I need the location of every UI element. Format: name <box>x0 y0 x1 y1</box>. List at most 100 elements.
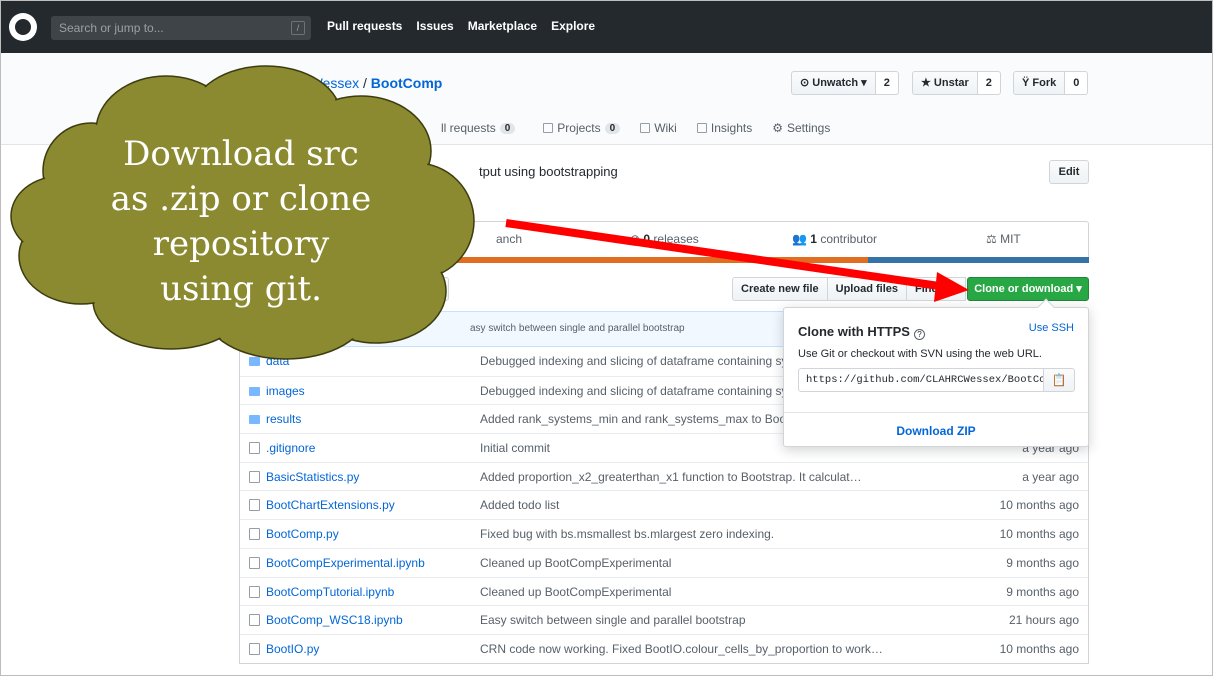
tab-wiki-label: Wiki <box>654 121 677 135</box>
commit-message-link[interactable]: Cleaned up BootCompExperimental <box>480 556 671 570</box>
tab-wiki[interactable]: Wiki <box>640 121 677 135</box>
fork-button[interactable]: Ÿ Fork <box>1013 71 1066 95</box>
branches-stat[interactable]: anch <box>496 232 522 246</box>
fork-control: Ÿ Fork 0 <box>1013 71 1089 95</box>
file-name-link[interactable]: BootComp.py <box>266 527 339 541</box>
commit-message-link[interactable]: Initial commit <box>480 441 550 455</box>
tag-icon: ⊘ <box>630 232 644 246</box>
commit-message-link[interactable]: Cleaned up BootCompExperimental <box>480 585 671 599</box>
annotation-line-2: as .zip or clone <box>110 179 372 219</box>
help-icon[interactable]: ? <box>913 329 925 340</box>
commit-message-link[interactable]: Debugged indexing and slicing of datafra… <box>480 354 788 368</box>
tab-settings[interactable]: ⚙ Settings <box>772 121 830 135</box>
license-stat[interactable]: ⚖ MIT <box>986 232 1021 246</box>
annotation-text: Download src as .zip or clone repository… <box>61 132 421 312</box>
search-input[interactable]: Search or jump to... / <box>51 16 311 40</box>
clipboard-icon[interactable]: 📋 <box>1043 368 1075 392</box>
file-icon <box>249 528 260 541</box>
tab-pull-requests-count: 0 <box>499 122 516 134</box>
commit-age: a year ago <box>1022 469 1079 484</box>
commit-message-link[interactable]: Debugged indexing and slicing of datafra… <box>480 384 788 398</box>
commit-message-link[interactable]: Added proportion_x2_greaterthan_x1 funct… <box>480 470 862 484</box>
folder-icon <box>249 386 260 396</box>
create-new-file-button[interactable]: Create new file <box>732 277 828 301</box>
clone-title-text: Clone with HTTPS <box>798 324 910 339</box>
commit-age: 9 months ago <box>1006 555 1079 570</box>
clone-or-download-button[interactable]: Clone or download ▾ <box>967 277 1089 301</box>
repo-title-separator: / <box>363 75 367 91</box>
file-name-link[interactable]: BootChartExtensions.py <box>266 498 395 512</box>
unstar-button[interactable]: ★ Unstar <box>912 71 978 95</box>
file-name-link[interactable]: BasicStatistics.py <box>266 470 359 484</box>
file-name-link[interactable]: BootComp_WSC18.ipynb <box>266 613 403 627</box>
file-icon <box>249 642 260 655</box>
branches-label: anch <box>496 232 523 246</box>
commit-age: 10 months ago <box>999 498 1079 513</box>
latest-commit-message[interactable]: asy switch between single and parallel b… <box>470 323 685 334</box>
repo-book-icon <box>239 78 248 89</box>
projects-icon <box>543 123 554 133</box>
commit-message-link[interactable]: Easy switch between single and parallel … <box>480 613 746 627</box>
clone-help-text: Use Git or checkout with SVN using the w… <box>798 348 1042 360</box>
fork-count[interactable]: 0 <box>1065 71 1089 95</box>
file-name-link[interactable]: results <box>266 412 301 426</box>
file-name-link[interactable]: images <box>266 384 305 398</box>
file-name-link[interactable]: BootCompExperimental.ipynb <box>266 556 425 570</box>
star-control: ★ Unstar 2 <box>912 71 1001 95</box>
download-zip-link[interactable]: Download ZIP <box>784 424 1088 438</box>
table-row: BootComp_WSC18.ipynb Easy switch between … <box>240 605 1088 634</box>
commit-message-link[interactable]: Added rank_systems_min and rank_systems_… <box>480 412 789 426</box>
gear-icon: ⚙ <box>772 121 783 135</box>
table-row: BootIO.py CRN code now working. Fixed Boo… <box>240 633 1088 663</box>
branch-select-button[interactable] <box>421 277 449 301</box>
find-file-button[interactable]: Find file <box>905 277 967 301</box>
contributors-count: 1 <box>810 232 817 246</box>
github-logo-icon[interactable] <box>9 13 37 41</box>
annotation-line-4: using git. <box>160 269 322 309</box>
law-icon: ⚖ <box>986 232 1001 246</box>
file-name-link[interactable]: BootIO.py <box>266 642 319 656</box>
table-row: BasicStatistics.py Added proportion_x2_gr… <box>240 461 1088 491</box>
clone-dropdown-title: Clone with HTTPS? <box>798 324 925 340</box>
file-name-link[interactable]: BootCompTutorial.ipynb <box>266 585 394 599</box>
table-row: BootCompExperimental.ipynb Cleaned up Boo… <box>240 547 1088 577</box>
commit-message-link[interactable]: CRN code now working. Fixed BootIO.colou… <box>480 642 883 656</box>
upload-files-button[interactable]: Upload files <box>826 277 907 301</box>
top-header: Search or jump to... / Pull requests Iss… <box>1 1 1212 53</box>
contributors-stat[interactable]: 👥 1 contributor <box>792 232 877 246</box>
file-name-link[interactable]: data <box>266 354 289 368</box>
releases-stat[interactable]: ⊘ 0 releases <box>630 232 699 246</box>
file-icon <box>249 614 260 627</box>
nav-pull-requests[interactable]: Pull requests <box>327 19 402 33</box>
file-icon <box>249 556 260 569</box>
edit-description-button[interactable]: Edit <box>1049 160 1089 184</box>
clone-url-input[interactable]: https://github.com/CLAHRCWessex/BootComp… <box>798 368 1044 392</box>
nav-issues[interactable]: Issues <box>416 19 453 33</box>
search-placeholder: Search or jump to... <box>59 21 164 35</box>
watch-count[interactable]: 2 <box>875 71 899 95</box>
releases-label: releases <box>653 232 699 246</box>
unwatch-button[interactable]: ⊙ Unwatch ▾ <box>791 71 876 95</box>
commit-age: 21 hours ago <box>1008 613 1079 628</box>
tab-projects[interactable]: Projects 0 <box>543 121 621 135</box>
tab-pull-requests[interactable]: ll requests 0 <box>441 121 516 135</box>
file-name-link[interactable]: .gitignore <box>266 441 315 455</box>
people-icon: 👥 <box>792 232 811 246</box>
tab-settings-label: Settings <box>786 121 831 135</box>
tab-pull-requests-label: ll requests <box>441 121 496 135</box>
file-actions: Create new file Upload files Find file <box>732 277 967 301</box>
fork-icon: Ÿ <box>1022 77 1033 89</box>
star-count[interactable]: 2 <box>977 71 1001 95</box>
annotation-line-3: repository <box>152 224 330 264</box>
nav-marketplace[interactable]: Marketplace <box>468 19 537 33</box>
commit-message-link[interactable]: Fixed bug with bs.msmallest bs.mlargest … <box>480 527 774 541</box>
repo-name-link[interactable]: BootComp <box>371 75 443 91</box>
repo-owner-link[interactable]: CLAHRCWessex <box>252 75 359 91</box>
fork-label: Fork <box>1032 77 1057 89</box>
nav-explore[interactable]: Explore <box>551 19 595 33</box>
commit-message-link[interactable]: Added todo list <box>480 498 559 512</box>
use-ssh-link[interactable]: Use SSH <box>1029 322 1074 334</box>
tab-insights[interactable]: Insights <box>696 121 752 135</box>
file-icon <box>249 499 260 512</box>
insights-icon <box>696 123 707 133</box>
